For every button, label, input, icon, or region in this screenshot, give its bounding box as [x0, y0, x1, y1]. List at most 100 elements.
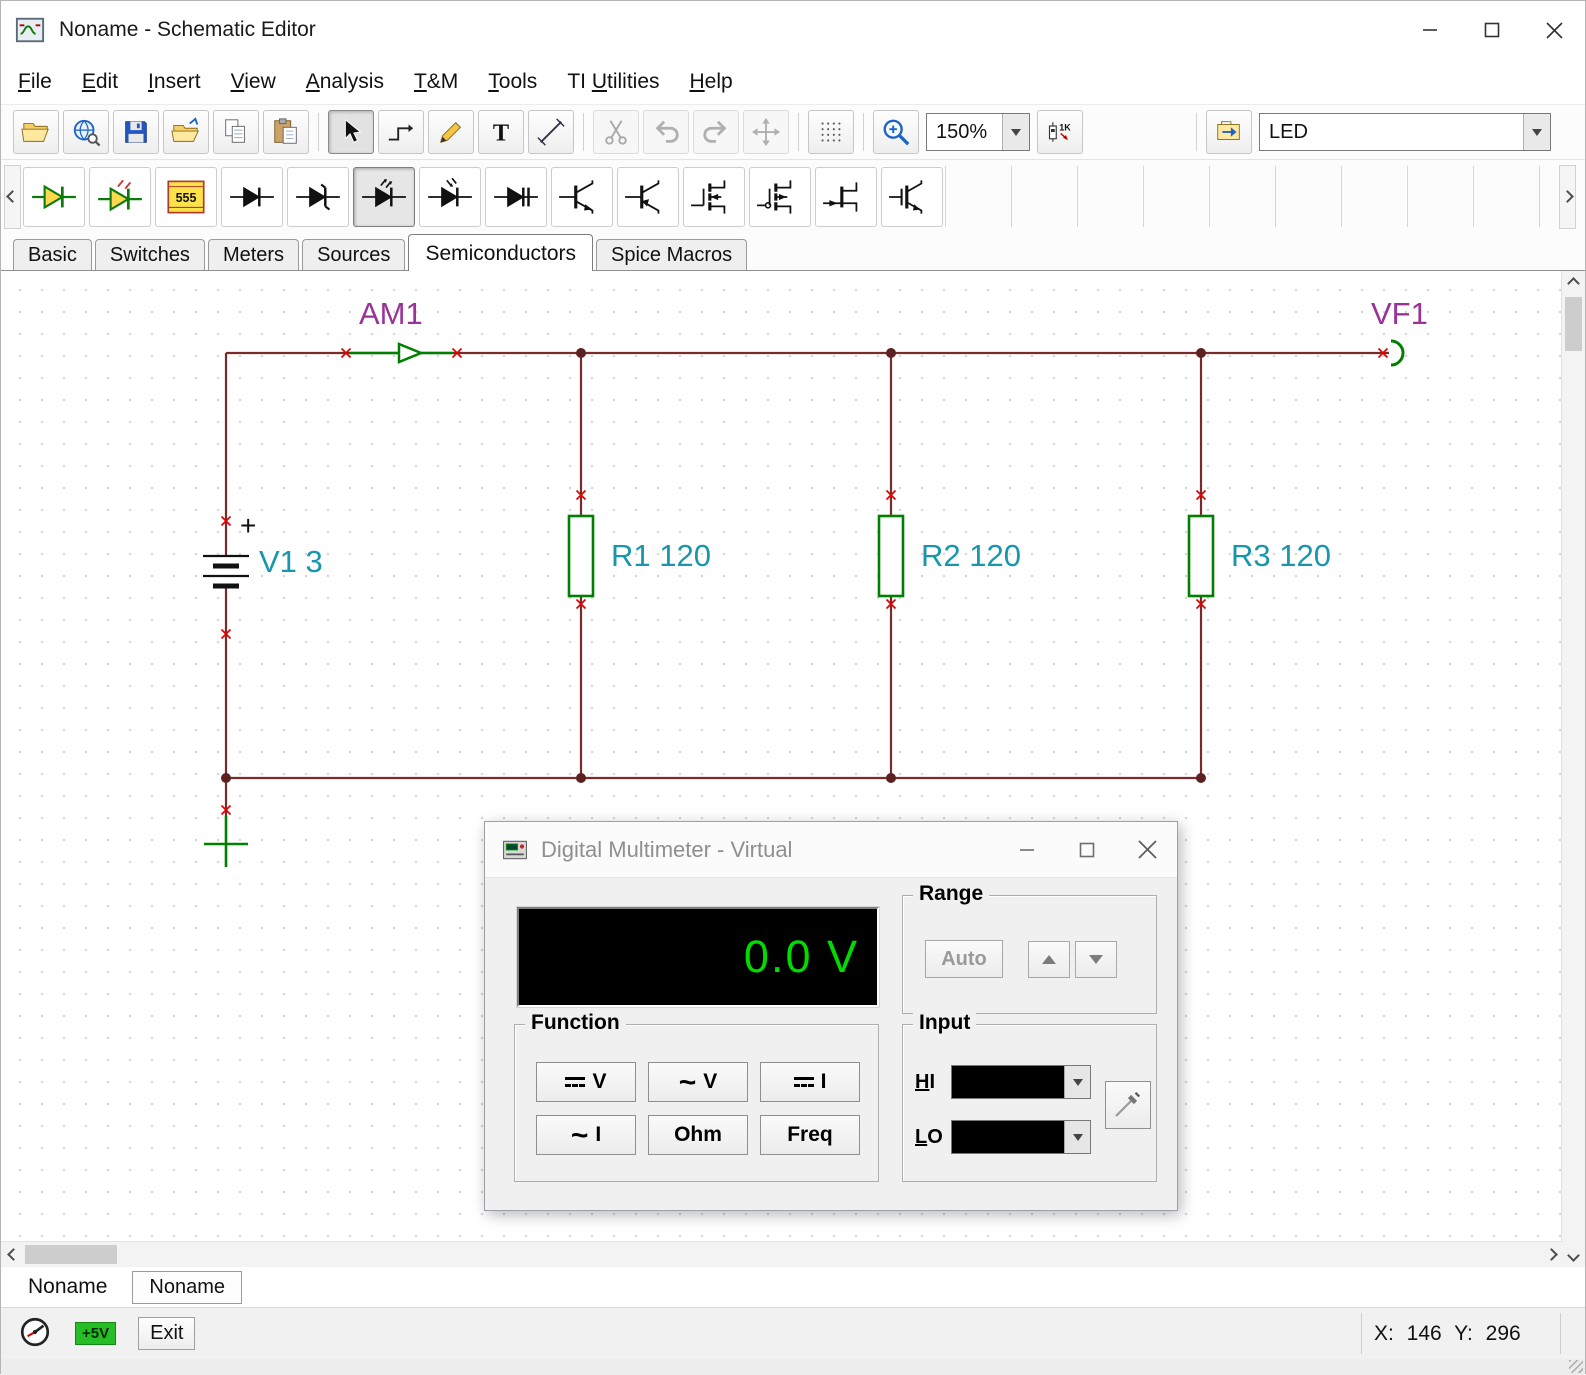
interactive-1k-button[interactable]: 1K [1037, 110, 1083, 154]
menu-edit[interactable]: Edit [67, 64, 133, 100]
multimeter-minimize-button[interactable] [997, 822, 1057, 878]
pencil-button[interactable] [428, 110, 474, 154]
function-freq-button[interactable]: Freq [760, 1115, 860, 1155]
resistor-r2-label[interactable]: R2 120 [921, 538, 1021, 573]
npn-transistor-button[interactable] [551, 167, 613, 227]
page-tab-1[interactable]: Noname [11, 1270, 124, 1304]
menu-help[interactable]: Help [675, 64, 748, 100]
internet-button[interactable] [63, 110, 109, 154]
close-button[interactable] [1523, 1, 1585, 59]
function-ac-i-button[interactable]: ~I [536, 1115, 636, 1155]
exit-button[interactable]: Exit [138, 1317, 195, 1350]
resistor-R2[interactable] [879, 516, 903, 596]
menu-file[interactable]: File [3, 64, 67, 100]
component-combobox-arrow-button[interactable] [1523, 114, 1550, 150]
function-dc-i-button[interactable]: I [760, 1062, 860, 1102]
nmos-transistor-button[interactable] [683, 167, 745, 227]
multimeter-close-button[interactable] [1117, 822, 1177, 878]
dimension-tool-button[interactable] [528, 110, 574, 154]
horizontal-scrollbar[interactable] [1, 1241, 1563, 1267]
lo-input-select[interactable] [951, 1120, 1091, 1154]
zoom-combobox-arrow-button[interactable] [1002, 114, 1029, 150]
voltage-source-V1[interactable]: + [203, 510, 256, 586]
zener-diode-button[interactable] [287, 167, 349, 227]
diode-component-button[interactable] [23, 167, 85, 227]
ground-symbol[interactable] [204, 816, 248, 867]
probe-label[interactable]: VF1 [1371, 296, 1428, 331]
range-up-button[interactable] [1028, 941, 1070, 978]
menu-ti-utilities[interactable]: TI Utilities [552, 64, 674, 100]
save-button[interactable] [113, 110, 159, 154]
photodiode-button[interactable] [419, 167, 481, 227]
scroll-down-button[interactable] [1562, 1243, 1585, 1267]
zoom-combobox[interactable]: 150% [926, 113, 1030, 151]
source-label[interactable]: V1 3 [259, 544, 323, 579]
open-folder-button[interactable] [13, 110, 59, 154]
function-ac-v-button[interactable]: ~V [648, 1062, 748, 1102]
varicap-diode-button[interactable] [485, 167, 547, 227]
toolbar-separator [318, 113, 319, 151]
hi-input-arrow[interactable] [1064, 1066, 1090, 1098]
copy-button[interactable] [213, 110, 259, 154]
ammeter-AM1[interactable] [350, 344, 453, 362]
grid-button[interactable] [808, 110, 854, 154]
palette-scroll-right-button[interactable] [1559, 165, 1576, 229]
pmos-transistor-button[interactable] [749, 167, 811, 227]
scroll-up-button[interactable] [1562, 271, 1585, 295]
resistor-R1[interactable] [569, 516, 593, 596]
diode-button[interactable] [221, 167, 283, 227]
tab-spice-macros[interactable]: Spice Macros [596, 239, 747, 270]
menu-tools[interactable]: Tools [473, 64, 552, 100]
minimize-button[interactable] [1399, 1, 1461, 59]
menu-insert[interactable]: Insert [133, 64, 216, 100]
horizontal-scroll-thumb[interactable] [25, 1245, 117, 1264]
igbt-transistor-button[interactable] [881, 167, 943, 227]
paste-button[interactable] [263, 110, 309, 154]
wires[interactable] [226, 353, 1389, 816]
range-down-button[interactable] [1075, 941, 1117, 978]
function-ohm-button[interactable]: Ohm [648, 1115, 748, 1155]
tab-semiconductors[interactable]: Semiconductors [408, 234, 593, 271]
hi-input-select[interactable] [951, 1065, 1091, 1099]
menu-view[interactable]: View [216, 64, 291, 100]
tab-meters[interactable]: Meters [208, 239, 299, 270]
njfet-transistor-button[interactable] [815, 167, 877, 227]
menu-analysis[interactable]: Analysis [291, 64, 399, 100]
timer-555-button[interactable]: 555 [155, 167, 217, 227]
tab-switches[interactable]: Switches [95, 239, 205, 270]
tab-sources[interactable]: Sources [302, 239, 405, 270]
text-tool-button[interactable]: T [478, 110, 524, 154]
window-resize-grip[interactable] [1569, 1360, 1583, 1373]
lo-input-arrow[interactable] [1064, 1121, 1090, 1153]
palette-scroll-left-button[interactable] [4, 165, 21, 229]
select-cursor-button[interactable] [328, 110, 374, 154]
resistor-R3[interactable] [1189, 516, 1213, 596]
led-symbol-button[interactable] [353, 167, 415, 227]
scroll-right-button[interactable] [1539, 1242, 1563, 1267]
resistor-r1-label[interactable]: R1 120 [611, 538, 711, 573]
power-badge: +5V [75, 1322, 116, 1345]
page-tab-2[interactable]: Noname [132, 1271, 242, 1304]
vertical-scroll-thumb[interactable] [1565, 297, 1582, 351]
led-component-button[interactable] [89, 167, 151, 227]
resistor-r3-label[interactable]: R3 120 [1231, 538, 1331, 573]
open-file-button[interactable] [163, 110, 209, 154]
multimeter-title-bar[interactable]: Digital Multimeter - Virtual [485, 822, 1177, 878]
component-combobox[interactable]: LED [1259, 113, 1551, 151]
range-auto-button[interactable]: Auto [925, 940, 1003, 978]
scroll-left-button[interactable] [1, 1242, 25, 1267]
zoom-button[interactable] [873, 110, 919, 154]
multimeter-maximize-button[interactable] [1057, 822, 1117, 878]
vertical-scrollbar[interactable] [1561, 271, 1585, 1267]
interactive-mode-button[interactable] [13, 1313, 57, 1355]
ammeter-label[interactable]: AM1 [359, 296, 423, 331]
pnp-transistor-button[interactable] [617, 167, 679, 227]
probe-button[interactable] [1105, 1081, 1151, 1129]
macro-button[interactable] [1206, 110, 1252, 154]
wire-tool-button[interactable] [378, 110, 424, 154]
function-dc-v-button[interactable]: V [536, 1062, 636, 1102]
menu-t-m[interactable]: T&M [399, 64, 473, 100]
voltage-probe-VF1[interactable] [1391, 341, 1403, 365]
maximize-button[interactable] [1461, 1, 1523, 59]
tab-basic[interactable]: Basic [13, 239, 92, 270]
